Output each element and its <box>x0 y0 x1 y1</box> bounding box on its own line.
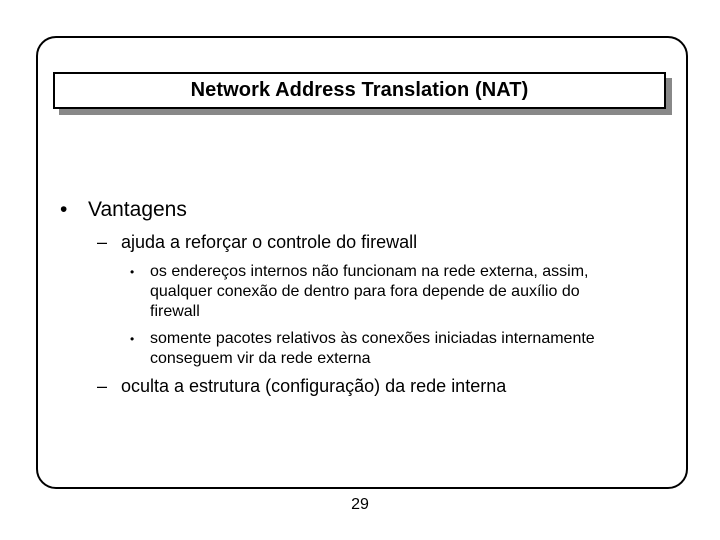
slide-title: Network Address Translation (NAT) <box>190 79 529 101</box>
text-line: somente pacotes relativos às conexões in… <box>150 330 595 347</box>
text-line: os endereços internos não funcionam na r… <box>150 263 589 280</box>
bullet-marker: • <box>60 198 68 221</box>
bullet-text: os endereços internos não funcionam na r… <box>150 262 670 322</box>
page-number: 29 <box>351 496 369 513</box>
bullet-text: somente pacotes relativos às conexões in… <box>150 329 670 369</box>
text-line: qualquer conexão de dentro para fora dep… <box>150 283 580 300</box>
text-line: firewall <box>150 303 200 320</box>
bullet-text: oculta a estrutura (configuração) da red… <box>121 376 507 396</box>
dot-marker: • <box>130 265 135 279</box>
text-line: conseguem vir da rede externa <box>150 350 371 367</box>
dash-marker: – <box>97 376 108 396</box>
dot-marker: • <box>130 332 135 346</box>
bullet-text: ajuda a reforçar o controle do firewall <box>121 232 418 252</box>
dash-marker: – <box>97 232 108 252</box>
bullet-text: Vantagens <box>88 198 187 221</box>
title-box: Network Address Translation (NAT) <box>53 72 666 109</box>
